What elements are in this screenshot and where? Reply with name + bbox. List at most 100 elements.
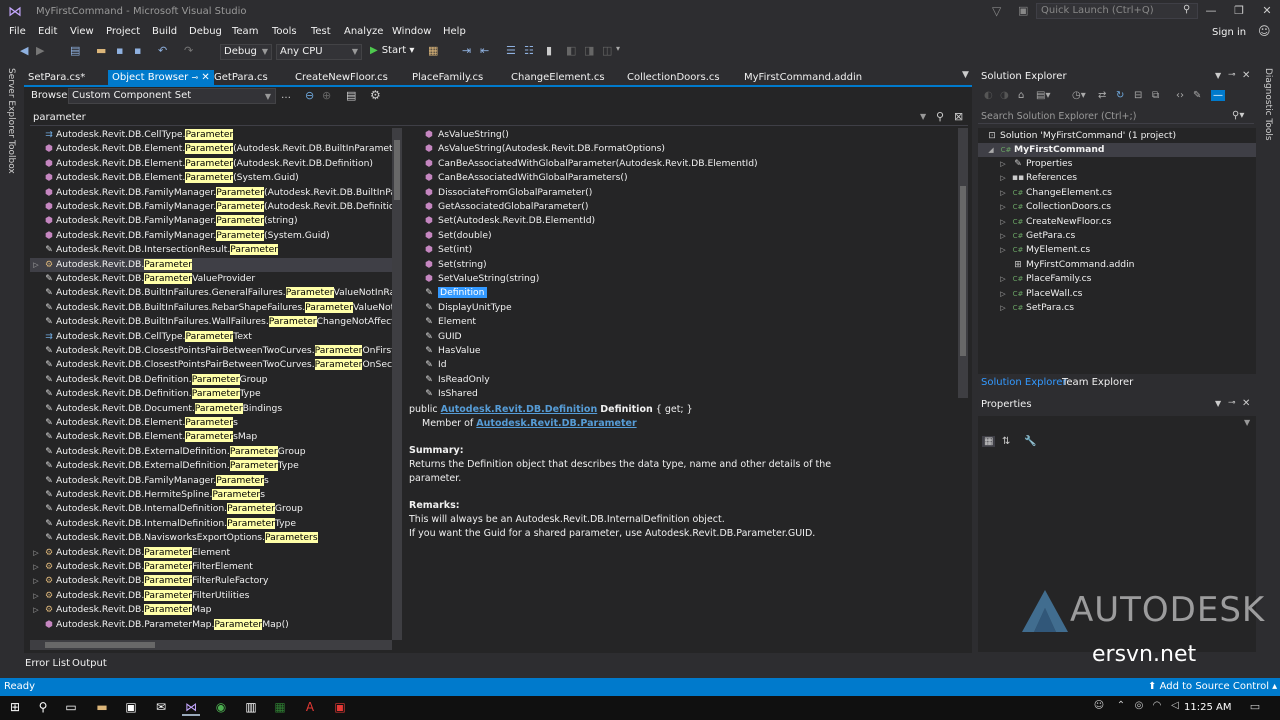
members-scroll-thumb[interactable] xyxy=(960,186,966,356)
tab-error-list[interactable]: Error List xyxy=(25,658,70,669)
tree-row[interactable]: ▷ ⚙ Autodesk.Revit.DB.ParameterFilterEleme… xyxy=(30,560,402,574)
member-row[interactable]: ⬢ CanBeAssociatedWithGlobalParameter(Auto… xyxy=(420,157,758,171)
forward-nav-icon[interactable]: ⊕ xyxy=(322,89,331,102)
expand-arrow-icon[interactable]: ▷ xyxy=(996,272,1010,286)
sign-in-link[interactable]: Sign in xyxy=(1212,27,1246,38)
clear-bookmarks-icon[interactable]: ◫ xyxy=(602,44,612,57)
tab-placefamily[interactable]: PlaceFamily.cs xyxy=(412,70,483,85)
member-row[interactable]: ⬢ DissociateFromGlobalParameter() xyxy=(420,186,592,200)
tab-collectiondoors[interactable]: CollectionDoors.cs xyxy=(627,70,720,85)
tree-row[interactable]: ✎ Autodesk.Revit.DB.BuiltInFailures.WallF… xyxy=(30,315,402,329)
edit-custom-set-button[interactable]: … xyxy=(281,90,291,101)
tree-row[interactable]: ▷ ⚙ Autodesk.Revit.DB.ParameterElement xyxy=(30,546,402,560)
settings-gear-icon[interactable]: ⚙ xyxy=(370,88,381,102)
member-row[interactable]: ⬢ CanBeAssociatedWithGlobalParameters() xyxy=(420,171,627,185)
se-preview-icon[interactable]: — xyxy=(1211,90,1225,101)
tree-row[interactable]: ✎ Autodesk.Revit.DB.IntersectionResult.Pa… xyxy=(30,243,402,257)
expand-arrow-icon[interactable]: ▷ xyxy=(996,229,1010,243)
tab-setpara[interactable]: SetPara.cs* xyxy=(28,70,85,85)
server-explorer-tab[interactable]: Server Explorer xyxy=(6,68,16,138)
save-icon[interactable]: ▪ xyxy=(116,44,123,57)
taskbar-clock[interactable]: 11:25 AM xyxy=(1184,702,1231,713)
se-forward-icon[interactable]: ◑ xyxy=(1000,90,1009,101)
quick-launch-input[interactable]: Quick Launch (Ctrl+Q) xyxy=(1036,3,1198,19)
browser-link-icon[interactable]: ▦ xyxy=(428,44,438,57)
tree-row[interactable]: ✎ Autodesk.Revit.DB.FamilyManager.Paramet… xyxy=(30,474,402,488)
member-row[interactable]: ✎ IsReadOnly xyxy=(420,373,489,387)
save-all-icon[interactable]: ▪ xyxy=(134,44,141,57)
alphabetical-icon[interactable]: ⇅ xyxy=(1002,436,1010,447)
objects-hscroll-thumb[interactable] xyxy=(45,642,155,648)
se-properties-icon[interactable]: ✎ xyxy=(1193,90,1201,101)
menu-debug[interactable]: Debug xyxy=(189,26,222,37)
tree-row[interactable]: ✎ Autodesk.Revit.DB.ClosestPointsPairBetw… xyxy=(30,358,402,372)
member-row[interactable]: ✎ Element xyxy=(420,315,476,329)
expand-arrow-icon[interactable]: ▷ xyxy=(996,243,1010,257)
tab-createnewfloor[interactable]: CreateNewFloor.cs xyxy=(295,70,388,85)
tree-row[interactable]: ✎ Autodesk.Revit.DB.NavisworksExportOptio… xyxy=(30,531,402,545)
se-switch-views-icon[interactable]: ▤▾ xyxy=(1036,90,1050,101)
solution-item[interactable]: ▷ C# MyElement.cs xyxy=(996,243,1090,257)
tree-row[interactable]: ▷ ⚙ Autodesk.Revit.DB.ParameterMap xyxy=(30,603,402,617)
back-nav-icon[interactable]: ⊖ xyxy=(305,89,314,102)
se-sync-icon[interactable]: ⇄ xyxy=(1098,90,1106,101)
tree-row[interactable]: ⬢ Autodesk.Revit.DB.ParameterMap.Paramete… xyxy=(30,618,402,632)
chrome-icon[interactable]: ◉ xyxy=(212,700,230,714)
menu-project[interactable]: Project xyxy=(106,26,140,37)
menu-view[interactable]: View xyxy=(70,26,94,37)
menu-file[interactable]: File xyxy=(9,26,26,37)
tree-row[interactable]: ⬢ Autodesk.Revit.DB.Element.Parameter(Aut… xyxy=(30,142,402,156)
expand-arrow-icon[interactable]: ▷ xyxy=(30,603,42,617)
member-row[interactable]: ⬢ GetAssociatedGlobalParameter() xyxy=(420,200,588,214)
minimize-icon[interactable]: — xyxy=(1203,4,1219,17)
action-center-icon[interactable]: ▭ xyxy=(1246,700,1264,713)
tab-object-browser[interactable]: Object Browser ⊸ ✕ xyxy=(108,70,214,85)
tree-row[interactable]: ✎ Autodesk.Revit.DB.InternalDefinition.Pa… xyxy=(30,517,402,531)
tray-overflow-icon[interactable]: ⌃ xyxy=(1112,700,1130,711)
member-row[interactable]: ✎ DisplayUnitType xyxy=(420,301,511,315)
search-icon[interactable]: ⚲ xyxy=(936,110,944,123)
toolbox-tab[interactable]: Toolbox xyxy=(6,140,16,174)
se-home-icon[interactable]: ⌂ xyxy=(1018,90,1024,101)
declaration-type-link[interactable]: Autodesk.Revit.DB.Definition xyxy=(441,404,598,415)
member-row[interactable]: ✎ Definition xyxy=(420,286,487,300)
close-icon[interactable]: ✕ xyxy=(1259,4,1275,17)
tree-row[interactable]: ✎ Autodesk.Revit.DB.Definition.ParameterT… xyxy=(30,387,402,401)
tree-row[interactable]: ⬢ Autodesk.Revit.DB.FamilyManager.Paramet… xyxy=(30,186,402,200)
step-over-icon[interactable]: ⇤ xyxy=(480,44,489,57)
solution-platform-select[interactable]: Any CPU ▼ xyxy=(276,44,362,60)
expand-arrow-icon[interactable]: ▷ xyxy=(996,157,1010,171)
menu-build[interactable]: Build xyxy=(152,26,177,37)
mail-icon[interactable]: ✉ xyxy=(152,700,170,714)
categorized-icon[interactable]: ▦ xyxy=(982,436,996,447)
undo-icon[interactable]: ↶ xyxy=(158,44,167,57)
solution-item[interactable]: ▷ C# SetPara.cs xyxy=(996,301,1074,315)
menu-test[interactable]: Test xyxy=(311,26,331,37)
tree-row[interactable]: ✎ Autodesk.Revit.DB.Definition.ParameterG… xyxy=(30,373,402,387)
tree-row[interactable]: ▷ ⚙ Autodesk.Revit.DB.ParameterFilterUtili… xyxy=(30,589,402,603)
member-row[interactable]: ⬢ Set(double) xyxy=(420,229,492,243)
properties-object-dropdown-icon[interactable]: ▼ xyxy=(1244,418,1250,427)
solution-item[interactable]: ▷ C# PlaceWall.cs xyxy=(996,287,1082,301)
tab-output[interactable]: Output xyxy=(72,658,107,669)
notification-filter-icon[interactable]: ▽ xyxy=(992,4,1001,18)
toolbar-overflow-icon[interactable]: ▾ xyxy=(616,44,620,53)
people-icon[interactable]: ☺ xyxy=(1090,700,1108,711)
task-view-icon[interactable]: ▭ xyxy=(62,700,80,714)
tree-row[interactable]: ✎ Autodesk.Revit.DB.ClosestPointsPairBetw… xyxy=(30,344,402,358)
comment-icon[interactable]: ☰ xyxy=(506,44,516,57)
back-icon[interactable]: ◀ xyxy=(20,44,28,57)
prev-bookmark-icon[interactable]: ◧ xyxy=(566,44,576,57)
member-row[interactable]: ⬢ Set(Autodesk.Revit.DB.ElementId) xyxy=(420,214,595,228)
solution-item[interactable]: ▷ C# ChangeElement.cs xyxy=(996,186,1112,200)
objects-vertical-scrollbar[interactable] xyxy=(392,128,402,640)
se-view-code-icon[interactable]: ‹› xyxy=(1176,90,1184,101)
tree-row[interactable]: ▷ ⚙ Autodesk.Revit.DB.Parameter xyxy=(30,257,402,272)
project-node[interactable]: ◢ C# MyFirstCommand xyxy=(978,143,1256,157)
tree-row[interactable]: ✎ Autodesk.Revit.DB.ParameterValueProvide… xyxy=(30,272,402,286)
expand-arrow-icon[interactable]: ▷ xyxy=(996,171,1010,185)
uncomment-icon[interactable]: ☷ xyxy=(524,44,534,57)
tree-row[interactable]: ✎ Autodesk.Revit.DB.Element.Parameters xyxy=(30,416,402,430)
tab-solution-explorer[interactable]: Solution Explorer xyxy=(981,377,1067,388)
solution-item[interactable]: ▷ C# PlaceFamily.cs xyxy=(996,272,1091,286)
